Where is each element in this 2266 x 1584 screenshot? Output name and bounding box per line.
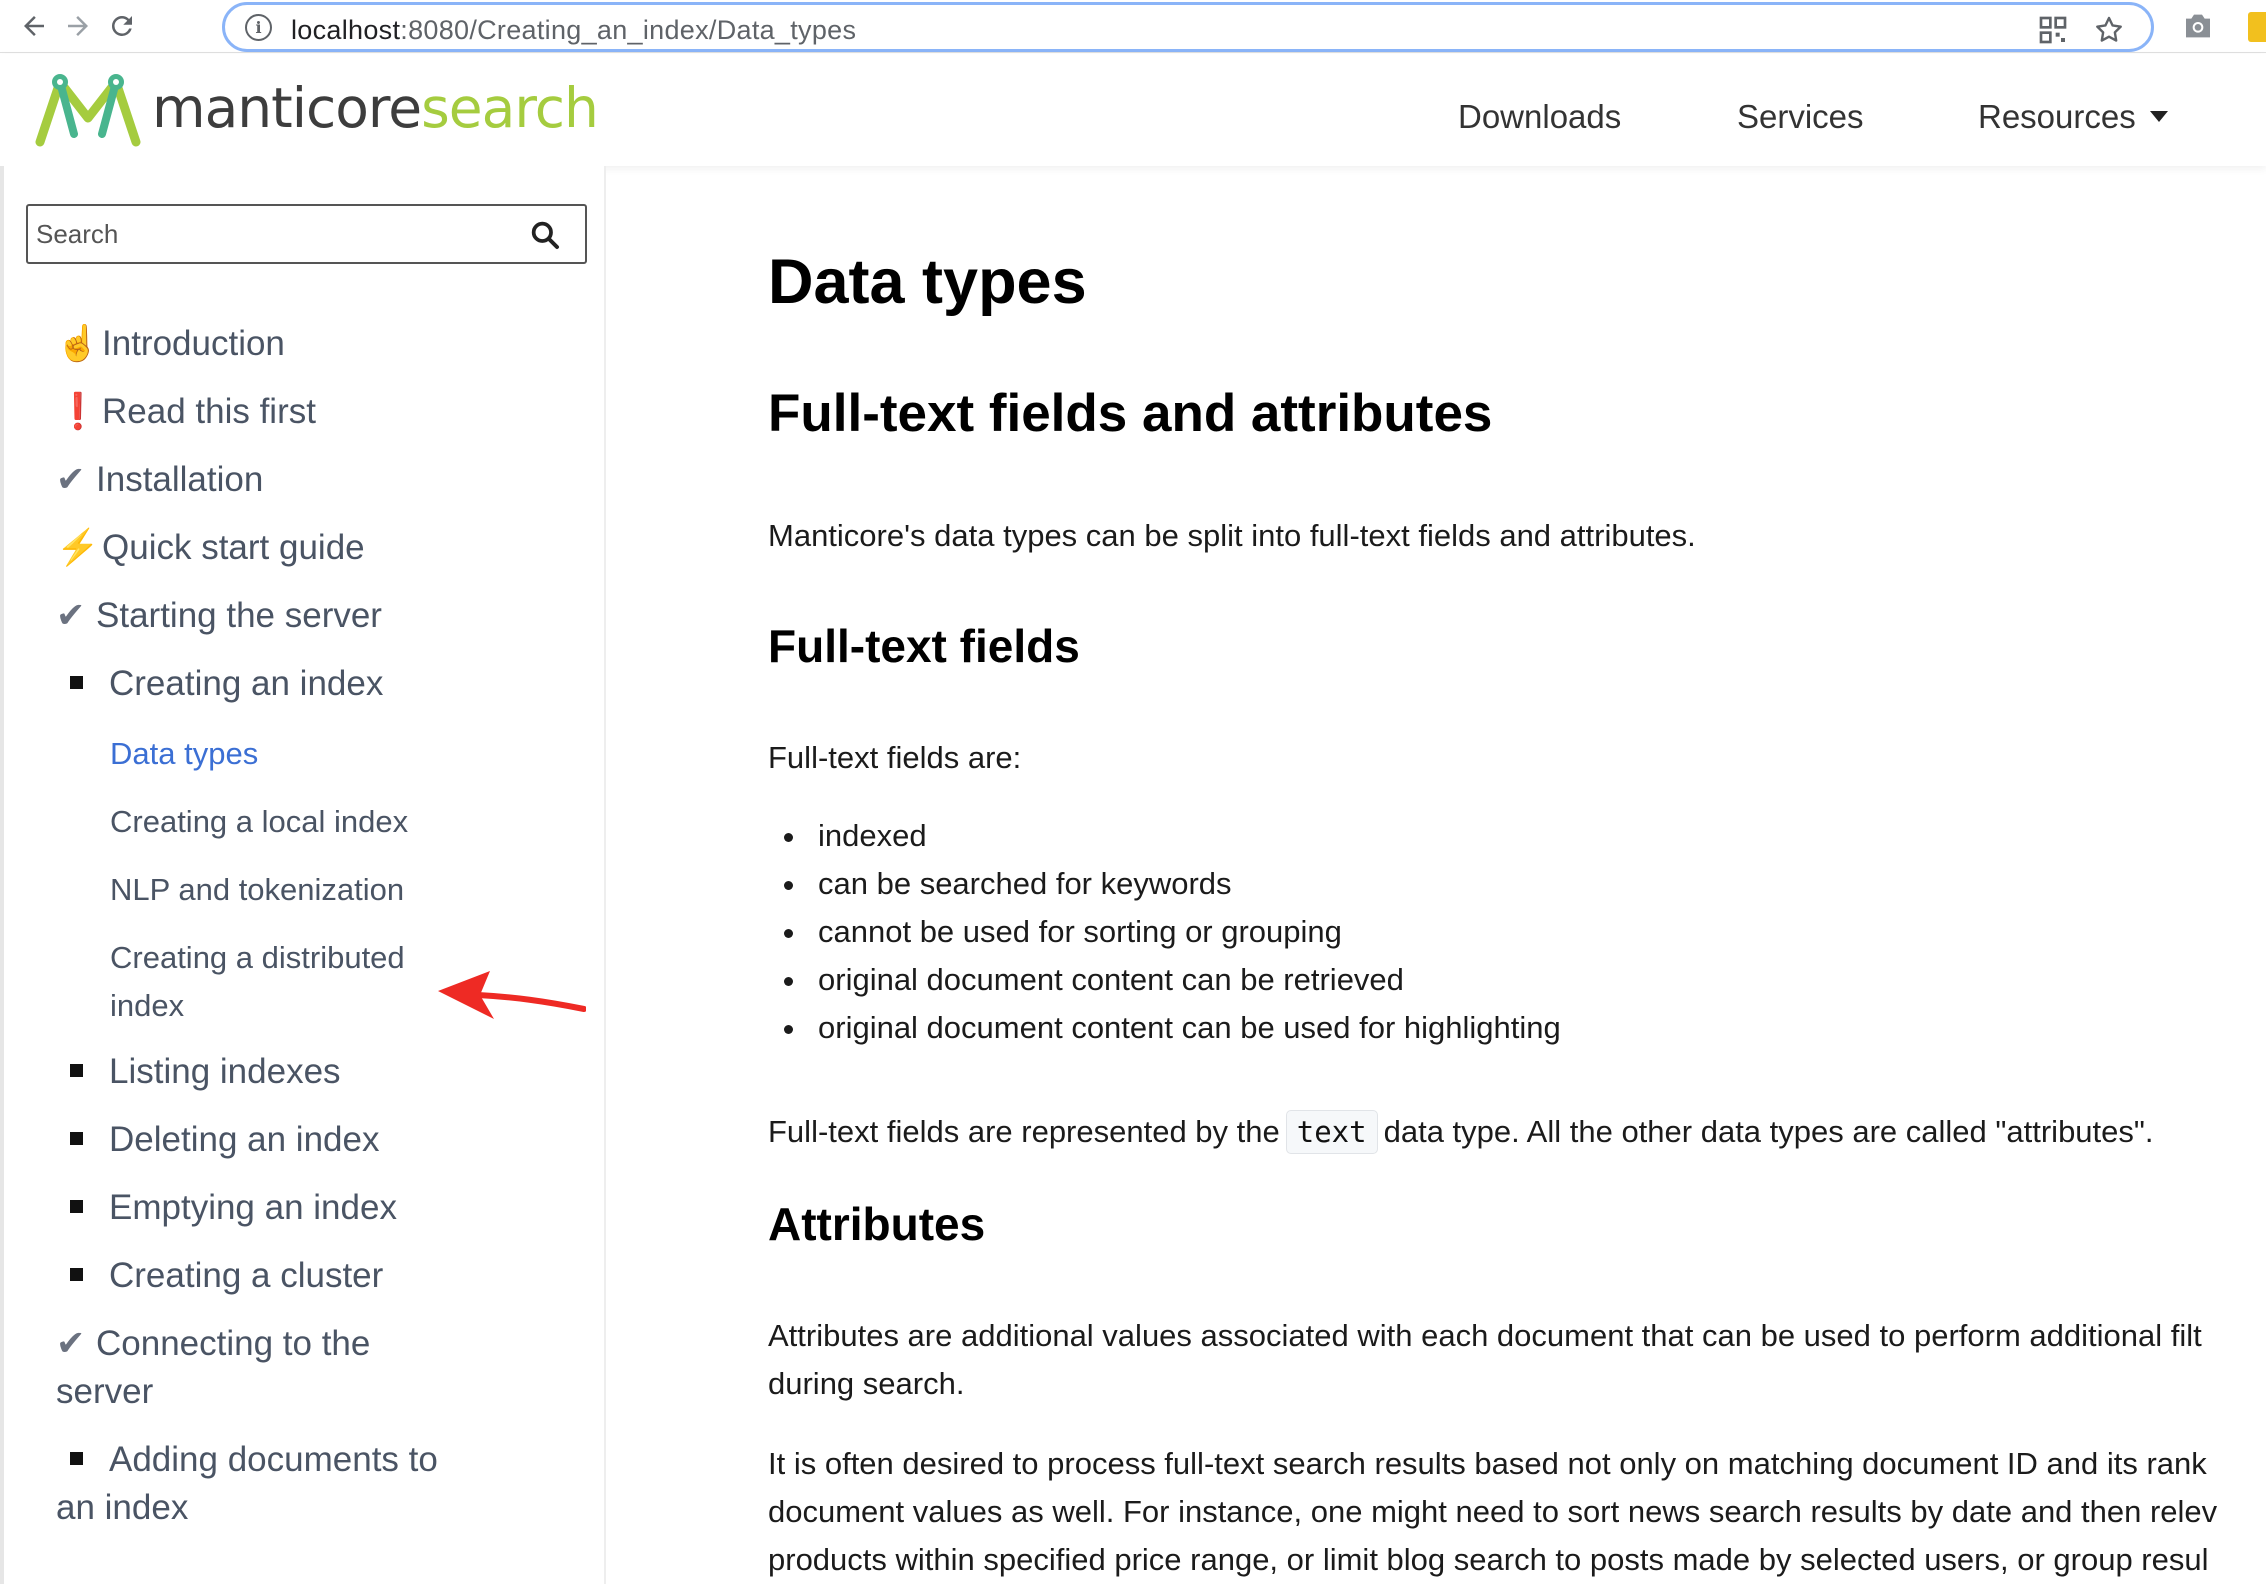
sidebar-item-emptying-an-index[interactable]: Emptying an index <box>56 1184 397 1232</box>
attributes-paragraph-2-line3: products within specified price range, o… <box>768 1542 2209 1577</box>
sidebar-item-label: Listing indexes <box>109 1052 341 1091</box>
url-path: :8080/Creating_an_index/Data_types <box>400 15 857 45</box>
sidebar-subitem-label-line2: index <box>110 988 185 1023</box>
address-bar[interactable]: i localhost:8080/Creating_an_index/Data_… <box>222 2 2154 52</box>
qr-code-icon[interactable] <box>2037 14 2069 46</box>
fields-are-paragraph: Full-text fields are: <box>768 740 1022 775</box>
list-item: cannot be used for sorting or grouping <box>784 908 1561 956</box>
nav-resources[interactable]: Resources <box>1978 98 2168 136</box>
represented-text-pre: Full-text fields are represented by the <box>768 1114 1280 1149</box>
sidebar-subitem-data-types[interactable]: Data types <box>110 730 258 778</box>
manticore-logo-icon[interactable] <box>34 72 142 148</box>
search-icon[interactable] <box>529 219 561 251</box>
brand-wordmark-part1: manticore <box>152 76 422 140</box>
reload-icon <box>112 16 132 36</box>
sidebar-item-introduction[interactable]: ☝Introduction <box>56 320 285 368</box>
article: Data types Full-text fields and attribut… <box>768 166 2266 1584</box>
sidebar-item-listing-indexes[interactable]: Listing indexes <box>56 1048 341 1096</box>
url-text[interactable]: localhost:8080/Creating_an_index/Data_ty… <box>291 15 856 46</box>
sidebar-item-label: Installation <box>96 460 264 499</box>
sidebar-item-label: Starting the server <box>96 596 382 635</box>
sidebar-item-label: Creating an index <box>109 664 384 703</box>
sidebar-subitem-label-line1: Creating a distributed <box>110 940 405 975</box>
exclamation-icon: ❗ <box>56 392 100 431</box>
search-input[interactable] <box>28 206 508 262</box>
extension-icon[interactable] <box>2248 12 2266 42</box>
site-info-icon[interactable]: i <box>245 14 272 41</box>
pointing-hand-icon: ☝ <box>56 324 100 363</box>
square-bullet-icon <box>70 1452 83 1466</box>
brand-wordmark-part2: search <box>421 76 599 140</box>
subheading-attributes: Attributes <box>768 1198 986 1250</box>
sidebar-item-label: Deleting an index <box>109 1120 380 1159</box>
sidebar-item-label-line2: server <box>56 1372 154 1411</box>
subheading-full-text-fields: Full-text fields <box>768 620 1080 672</box>
site-header: manticoresearch Downloads Services Resou… <box>0 54 2266 166</box>
section-heading-fields-and-attributes: Full-text fields and attributes <box>768 384 1493 443</box>
attributes-paragraph-2-line1: It is often desired to process full-text… <box>768 1446 2207 1481</box>
sidebar-item-label: Read this first <box>102 392 316 431</box>
field-properties-list: indexed can be searched for keywords can… <box>784 812 1561 1052</box>
bookmark-star-icon[interactable] <box>2093 14 2125 46</box>
caret-down-icon <box>2149 111 2168 122</box>
check-mark-icon: ✔ <box>56 460 86 499</box>
sidebar-item-label: Quick start guide <box>102 528 365 567</box>
sidebar-item-read-this-first[interactable]: ❗Read this first <box>56 388 316 436</box>
check-mark-icon: ✔ <box>56 596 86 635</box>
list-item: original document content can be retriev… <box>784 956 1561 1004</box>
square-bullet-icon <box>70 1268 83 1282</box>
nav-downloads[interactable]: Downloads <box>1458 98 1621 136</box>
sidebar-item-label-line2: an index <box>56 1488 189 1527</box>
list-item: can be searched for keywords <box>784 860 1561 908</box>
sidebar-item-creating-a-cluster[interactable]: Creating a cluster <box>56 1252 383 1300</box>
sidebar-item-quick-start-guide[interactable]: ⚡Quick start guide <box>56 524 365 572</box>
sidebar-item-starting-the-server[interactable]: ✔ Starting the server <box>56 592 382 640</box>
reload-button[interactable] <box>102 6 142 46</box>
attributes-paragraph-2: It is often desired to process full-text… <box>768 1440 2217 1584</box>
page-title: Data types <box>768 247 1087 317</box>
sidebar-search <box>26 204 587 264</box>
attributes-paragraph-2-line2: document values as well. For instance, o… <box>768 1494 2218 1529</box>
square-bullet-icon <box>70 1200 83 1214</box>
inline-code-text: text <box>1285 1110 1378 1154</box>
sidebar-item-label: Emptying an index <box>109 1188 397 1227</box>
represented-text-post: data type. All the other data types are … <box>1383 1114 2154 1149</box>
sidebar-item-connecting-to-the-server[interactable]: ✔ Connecting to the server <box>56 1320 370 1416</box>
square-bullet-icon <box>70 1132 83 1146</box>
nav-resources-label: Resources <box>1978 98 2136 135</box>
attributes-paragraph-1-line2: during search. <box>768 1366 965 1401</box>
sidebar-subitem-nlp-and-tokenization[interactable]: NLP and tokenization <box>110 866 404 914</box>
back-arrow-icon <box>24 16 44 36</box>
sidebar-item-adding-documents-to-an-index[interactable]: Adding documents to an index <box>56 1436 438 1532</box>
square-bullet-icon <box>70 676 83 690</box>
sidebar-subitem-creating-a-local-index[interactable]: Creating a local index <box>110 798 408 846</box>
red-pointer-arrow-icon <box>438 971 586 1019</box>
forward-button[interactable] <box>58 6 98 46</box>
sidebar-item-deleting-an-index[interactable]: Deleting an index <box>56 1116 379 1164</box>
lightning-icon: ⚡ <box>56 528 100 567</box>
sidebar-item-creating-an-index[interactable]: Creating an index <box>56 660 383 708</box>
check-mark-icon: ✔ <box>56 1324 86 1363</box>
square-bullet-icon <box>70 1064 83 1078</box>
browser-toolbar: i localhost:8080/Creating_an_index/Data_… <box>0 0 2266 53</box>
list-item: original document content can be used fo… <box>784 1004 1561 1052</box>
sidebar-item-label-line1: Connecting to the <box>96 1324 371 1363</box>
sidebar-item-label: Creating a cluster <box>109 1256 384 1295</box>
intro-paragraph: Manticore's data types can be split into… <box>768 518 1696 553</box>
back-button[interactable] <box>14 6 54 46</box>
sidebar: ☝Introduction ❗Read this first ✔ Installa… <box>0 166 606 1584</box>
represented-paragraph: Full-text fields are represented by the t… <box>768 1108 2154 1156</box>
nav-services[interactable]: Services <box>1737 98 1864 136</box>
sidebar-item-label-line1: Adding documents to <box>109 1440 438 1479</box>
url-host: localhost <box>291 15 401 45</box>
sidebar-subitem-creating-a-distributed-index[interactable]: Creating a distributed index <box>110 934 405 1030</box>
sidebar-item-label: Introduction <box>102 324 285 363</box>
attributes-paragraph-1-line1: Attributes are additional values associa… <box>768 1318 2202 1353</box>
brand-wordmark[interactable]: manticoresearch <box>152 76 599 140</box>
sidebar-item-installation[interactable]: ✔ Installation <box>56 456 263 504</box>
attributes-paragraph-1: Attributes are additional values associa… <box>768 1312 2202 1408</box>
forward-arrow-icon <box>68 16 88 36</box>
list-item: indexed <box>784 812 1561 860</box>
camera-extension-icon[interactable] <box>2182 12 2214 40</box>
